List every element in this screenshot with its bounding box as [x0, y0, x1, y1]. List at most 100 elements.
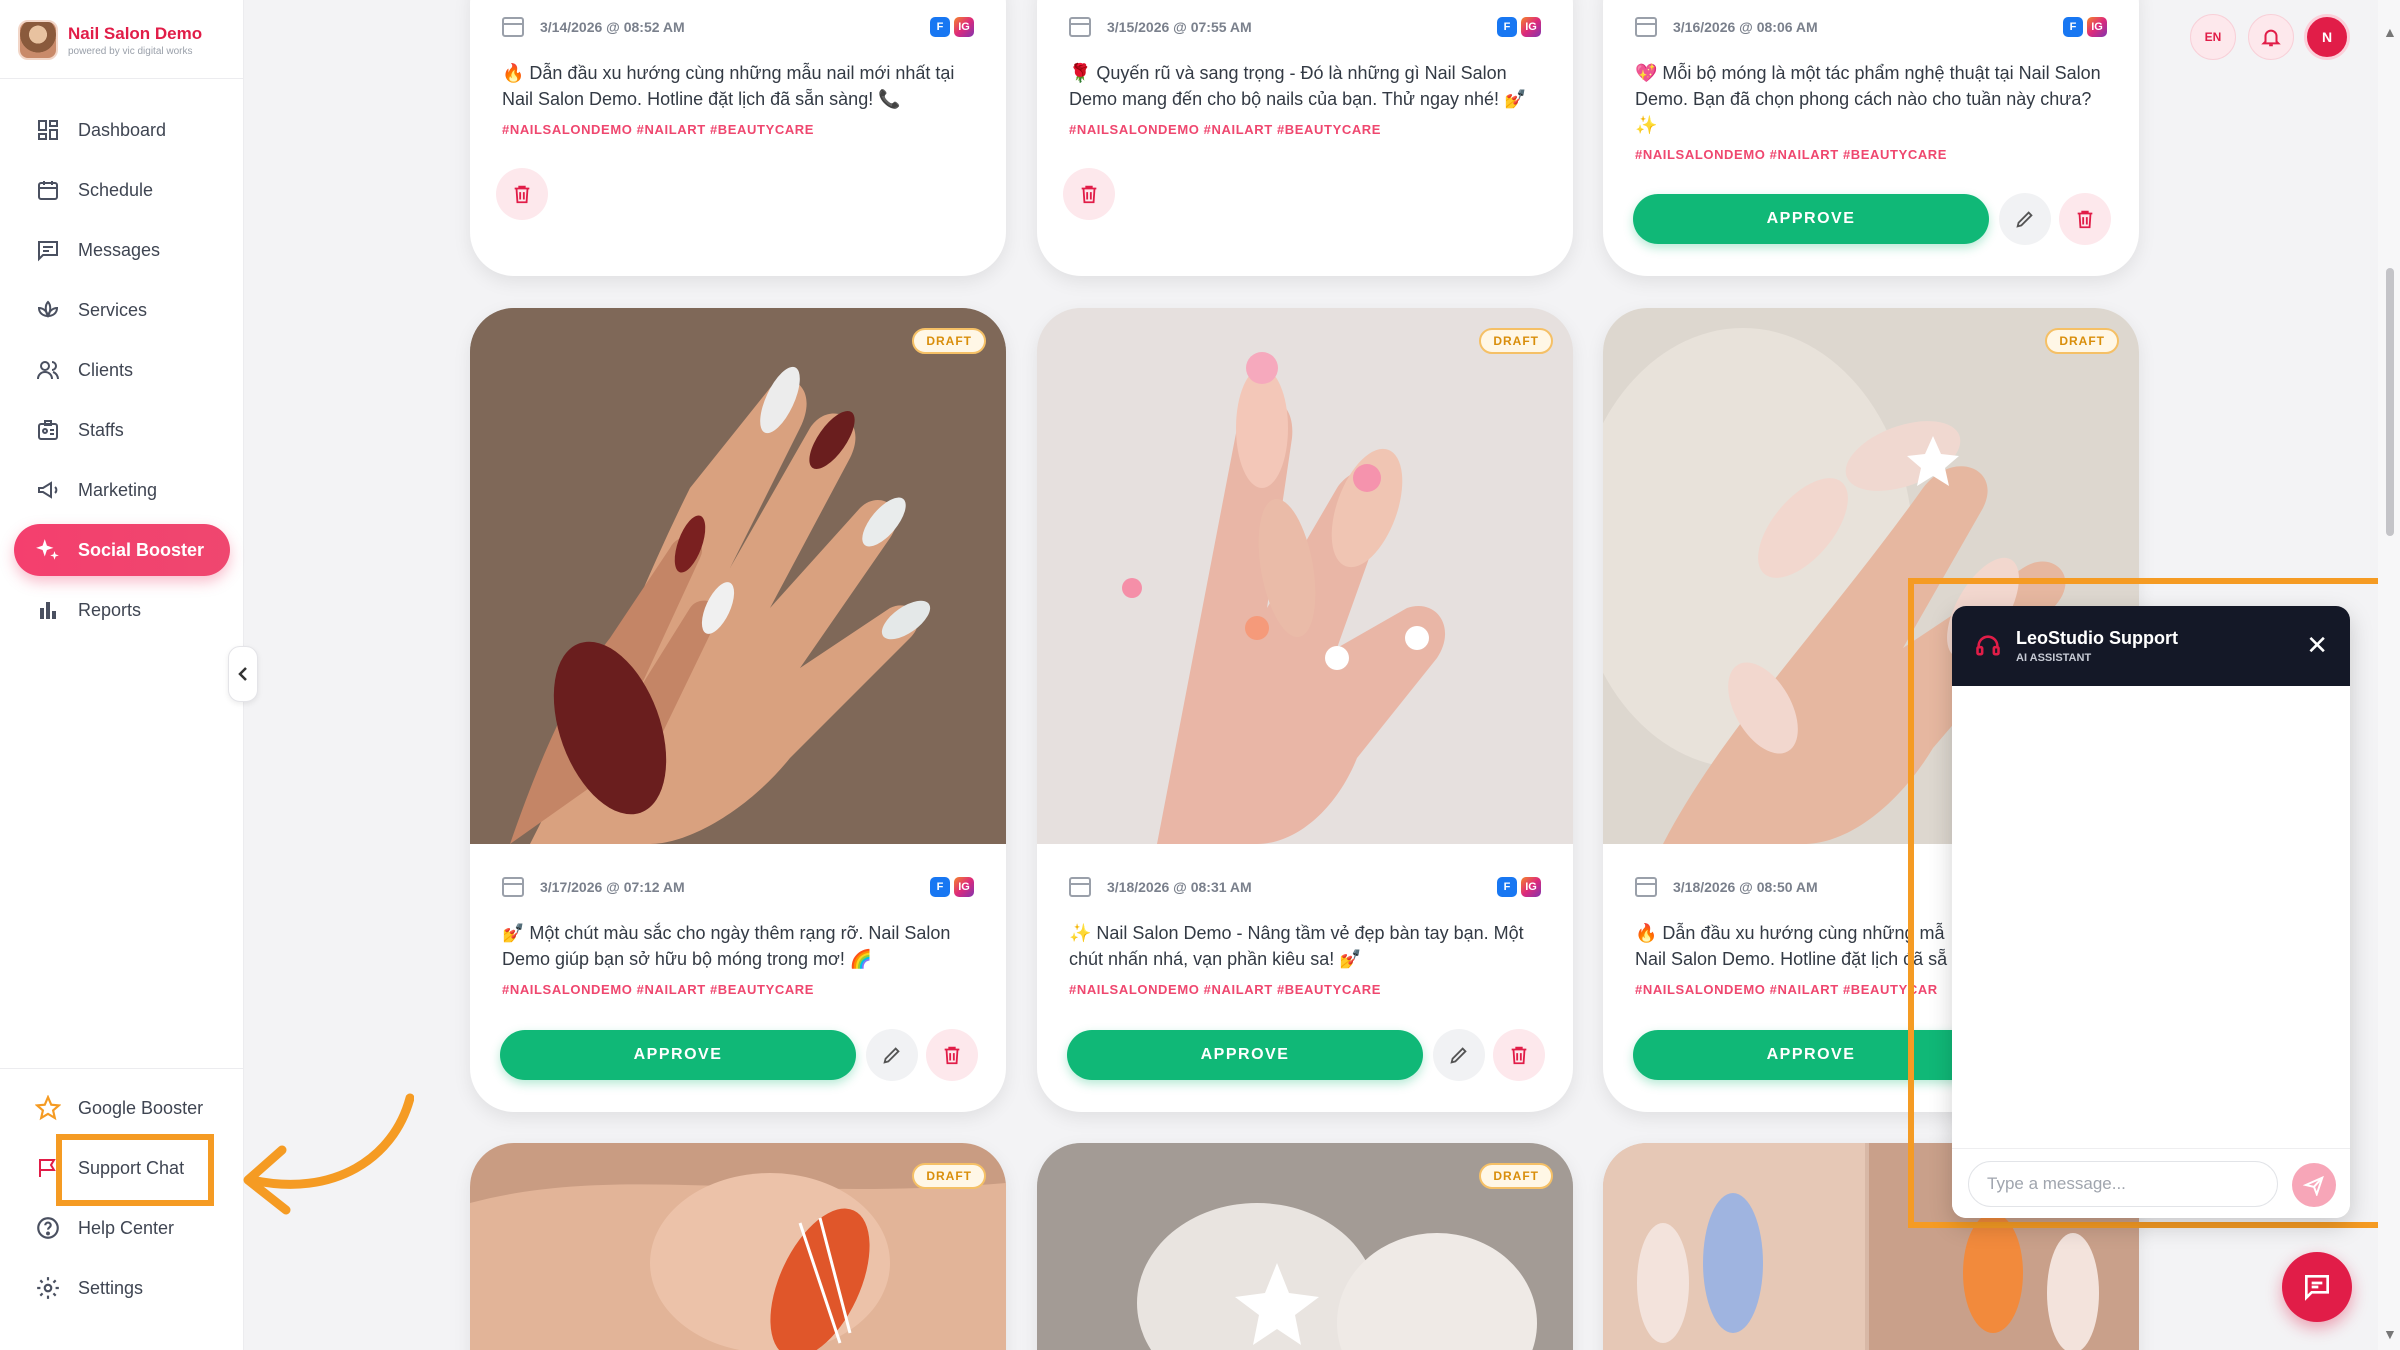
approve-button[interactable]: APPROVE — [1067, 1030, 1423, 1080]
post-hashtags: #NAILSALONDEMO #NAILART #BEAUTYCARE — [502, 122, 815, 137]
headset-icon — [1976, 635, 2000, 656]
delete-button[interactable] — [496, 168, 548, 220]
annotation-arrow-icon — [243, 1093, 414, 1215]
nav-label: Schedule — [78, 179, 154, 200]
nav-marketing[interactable]: Marketing — [14, 464, 230, 516]
trash-icon — [1511, 1046, 1527, 1065]
collapse-sidebar-button[interactable] — [228, 646, 258, 702]
help-icon — [34, 1214, 62, 1242]
post-card: DRAFT 3/18/2026 @ 08:31 AM F IG ✨ Nail Sa… — [1037, 308, 1573, 1112]
gear-icon — [34, 1274, 62, 1302]
draft-badge: DRAFT — [1479, 328, 1553, 354]
nav-dashboard[interactable]: Dashboard — [14, 104, 230, 156]
draft-badge: DRAFT — [912, 328, 986, 354]
edit-button[interactable] — [1433, 1029, 1485, 1081]
nav-social-booster[interactable]: Social Booster — [14, 524, 230, 576]
post-caption: ✨ Nail Salon Demo - Nâng tầm vẻ đẹp bàn … — [1069, 923, 1524, 969]
trash-icon — [514, 185, 530, 204]
chat-header: LeoStudio Support AI ASSISTANT ✕ — [1952, 606, 2350, 686]
post-date: 3/14/2026 @ 08:52 AM — [540, 19, 685, 35]
nav-label: Marketing — [78, 479, 158, 500]
send-button[interactable] — [2292, 1163, 2336, 1207]
message-icon — [34, 236, 62, 264]
delete-button[interactable] — [1493, 1029, 1545, 1081]
post-date: 3/18/2026 @ 08:31 AM — [1107, 879, 1252, 895]
post-card: 3/14/2026 @ 08:52 AM F IG 🔥 Dẫn đầu xu hư… — [470, 0, 1006, 276]
edit-button[interactable] — [1999, 193, 2051, 245]
chat-launcher-button[interactable] — [2282, 1252, 2352, 1322]
main-nav: Dashboard Schedule Messages Services Cli… — [14, 104, 230, 644]
calendar-icon — [502, 17, 524, 37]
nav-label: Social Booster — [78, 539, 205, 560]
language-switch[interactable]: EN — [2190, 14, 2236, 60]
nav-google-booster[interactable]: Google Booster — [14, 1082, 230, 1134]
approve-button[interactable]: APPROVE — [1633, 194, 1989, 244]
nav-label: Dashboard — [78, 119, 167, 140]
delete-button[interactable] — [2059, 193, 2111, 245]
draft-badge: DRAFT — [912, 1163, 986, 1189]
post-image — [470, 308, 1006, 844]
post-meta: 3/14/2026 @ 08:52 AM F IG — [502, 16, 974, 38]
facebook-icon: F — [1497, 17, 1517, 37]
trash-icon — [944, 1046, 960, 1065]
notifications-button[interactable] — [2248, 14, 2294, 60]
brand[interactable]: Nail Salon Demo powered by vic digital w… — [18, 18, 228, 62]
dashboard-icon — [34, 116, 62, 144]
post-hashtags: #NAILSALONDEMO #NAILART #BEAUTYCARE — [1069, 982, 1382, 997]
instagram-icon: IG — [2087, 17, 2107, 37]
post-image — [1037, 308, 1573, 844]
calendar-icon — [1069, 877, 1091, 897]
nav-label: Google Booster — [78, 1097, 204, 1118]
nav-label: Help Center — [78, 1217, 175, 1238]
post-hashtags: #NAILSALONDEMO #NAILART #BEAUTYCARE — [1069, 122, 1382, 137]
nav-label: Settings — [78, 1277, 144, 1298]
support-chat-window: LeoStudio Support AI ASSISTANT ✕ — [1952, 606, 2350, 1218]
chat-bubble-icon — [2305, 1275, 2329, 1301]
bell-icon — [2261, 29, 2281, 47]
post-hashtags: #NAILSALONDEMO #NAILART #BEAUTYCARE — [1635, 147, 1948, 162]
chevron-left-icon — [238, 667, 247, 681]
scroll-down-icon[interactable]: ▼ — [2383, 1326, 2397, 1342]
bar-chart-icon — [34, 596, 62, 624]
post-hashtags: #NAILSALONDEMO #NAILART #BEAUTYCARE — [502, 982, 815, 997]
facebook-icon: F — [930, 17, 950, 37]
calendar-icon — [1635, 17, 1657, 37]
post-caption: 💅 Một chút màu sắc cho ngày thêm rạng rỡ… — [502, 923, 951, 969]
post-meta: 3/17/2026 @ 07:12 AM F IG — [502, 876, 974, 898]
instagram-icon: IG — [1521, 17, 1541, 37]
chat-message-input[interactable] — [1968, 1161, 2278, 1207]
post-caption: 🌹 Quyến rũ và sang trọng - Đó là những g… — [1069, 63, 1527, 109]
megaphone-icon — [34, 476, 62, 504]
post-meta: 3/15/2026 @ 07:55 AM F IG — [1069, 16, 1541, 38]
nav-clients[interactable]: Clients — [14, 344, 230, 396]
edit-button[interactable] — [866, 1029, 918, 1081]
post-card: DRAFT — [470, 1143, 1006, 1350]
nav-staffs[interactable]: Staffs — [14, 404, 230, 456]
post-date: 3/15/2026 @ 07:55 AM — [1107, 19, 1252, 35]
nav-services[interactable]: Services — [14, 284, 230, 336]
nav-label: Messages — [78, 239, 161, 260]
badge-icon — [34, 416, 62, 444]
scroll-up-icon[interactable]: ▲ — [2383, 24, 2397, 40]
nav-settings[interactable]: Settings — [14, 1262, 230, 1314]
delete-button[interactable] — [926, 1029, 978, 1081]
draft-badge: DRAFT — [2045, 328, 2119, 354]
nav-schedule[interactable]: Schedule — [14, 164, 230, 216]
scroll-thumb[interactable] — [2386, 268, 2394, 536]
instagram-icon: IG — [954, 17, 974, 37]
post-card: 3/15/2026 @ 07:55 AM F IG 🌹 Quyến rũ và s… — [1037, 0, 1573, 276]
approve-button[interactable]: APPROVE — [500, 1030, 856, 1080]
divider — [0, 1068, 243, 1069]
nav-reports[interactable]: Reports — [14, 584, 230, 636]
close-icon[interactable]: ✕ — [2306, 632, 2328, 658]
chat-title: LeoStudio Support — [2016, 628, 2178, 648]
user-avatar[interactable]: N — [2304, 14, 2350, 60]
nav-help-center[interactable]: Help Center — [14, 1202, 230, 1254]
trash-icon — [1081, 185, 1097, 204]
post-meta: 3/18/2026 @ 08:31 AM F IG — [1069, 876, 1541, 898]
nav-messages[interactable]: Messages — [14, 224, 230, 276]
page-scrollbar[interactable]: ▲ ▼ — [2378, 0, 2400, 1350]
pencil-icon — [1450, 1047, 1467, 1064]
post-meta: 3/16/2026 @ 08:06 AM F IG — [1635, 16, 2107, 38]
delete-button[interactable] — [1063, 168, 1115, 220]
